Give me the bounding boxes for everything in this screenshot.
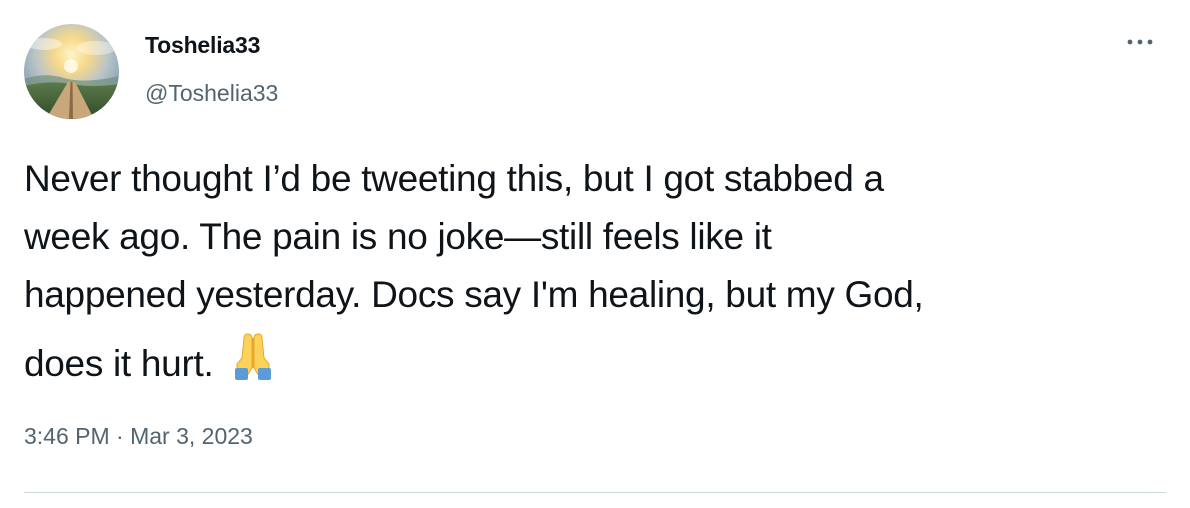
more-options-button[interactable] (1125, 30, 1155, 54)
display-name[interactable]: Toshelia33 (145, 32, 260, 59)
timestamp-separator: · (116, 423, 124, 449)
tweet-timestamp: 3:46 PM · Mar 3, 2023 (24, 423, 253, 450)
tweet-date-link[interactable]: Mar 3, 2023 (130, 423, 253, 449)
tweet-time-link[interactable]: 3:46 PM (24, 423, 110, 449)
user-handle[interactable]: @Toshelia33 (145, 80, 278, 107)
tweet-text-line: week ago. The pain is no joke—still feel… (24, 216, 772, 257)
avatar[interactable] (24, 24, 119, 119)
tweet-text-line-last: does it hurt. (24, 324, 1164, 393)
more-horizontal-icon (1127, 39, 1153, 45)
tweet-text-line: happened yesterday. Docs say I'm healing… (24, 274, 924, 315)
divider (24, 492, 1166, 493)
tweet-text-line: does it hurt. (24, 343, 214, 384)
folded-hands-emoji-icon (223, 324, 283, 384)
tweet-text: Never thought I’d be tweeting this, but … (24, 150, 1164, 393)
tweet-text-line: Never thought I’d be tweeting this, but … (24, 158, 884, 199)
sunset-pathway-icon (24, 24, 119, 119)
tweet-card: Toshelia33 @Toshelia33 Never thought I’d… (0, 0, 1190, 508)
